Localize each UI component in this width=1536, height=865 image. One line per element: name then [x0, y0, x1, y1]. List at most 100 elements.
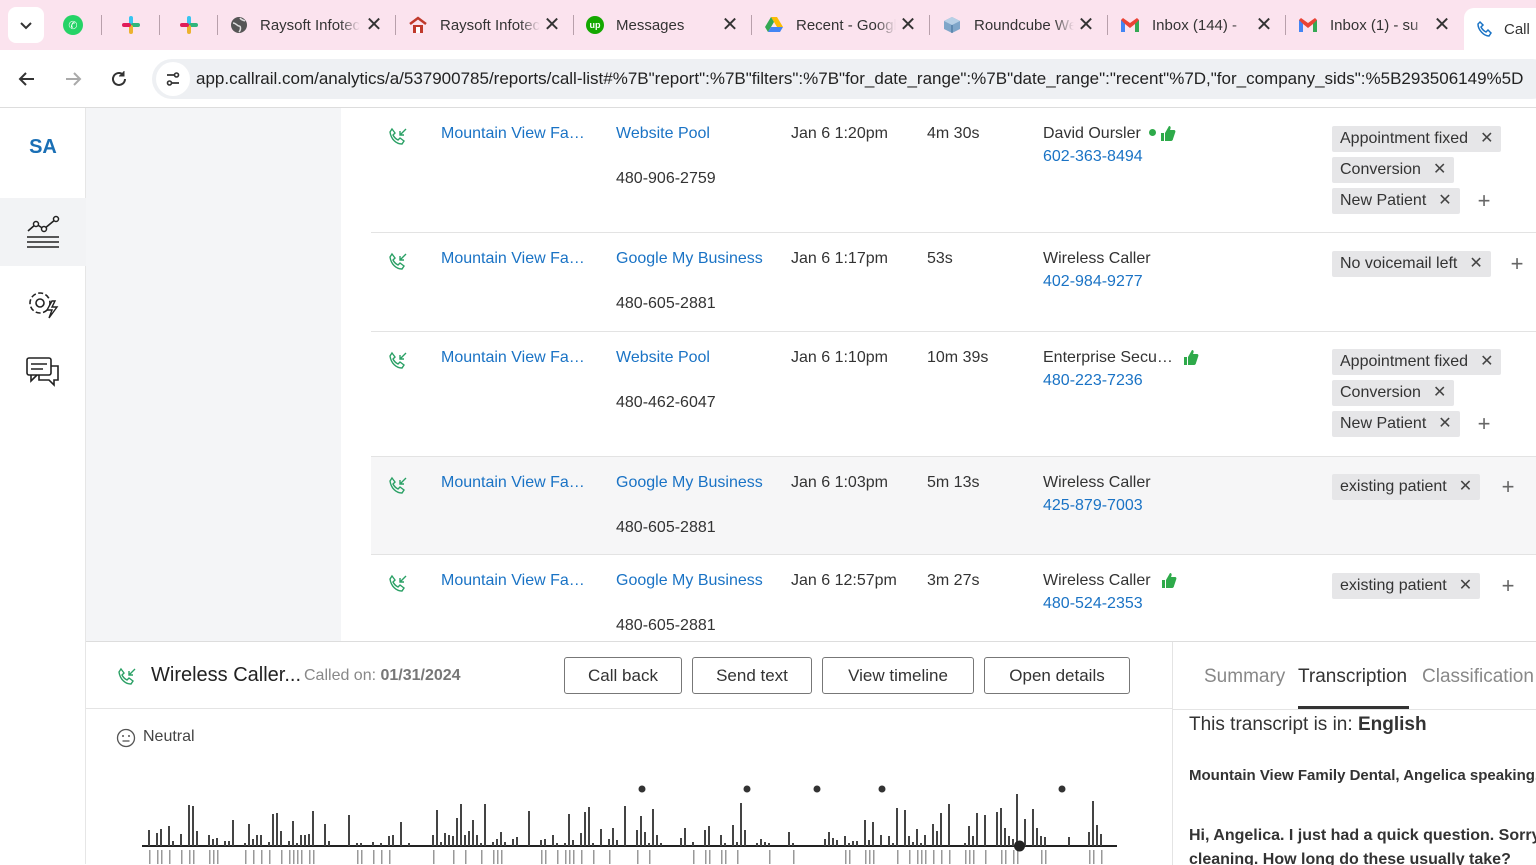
close-icon[interactable]: ✕: [1076, 15, 1096, 35]
browser-tab-gmail-2[interactable]: Inbox (1) - su ✕: [1286, 0, 1464, 50]
source-link[interactable]: Google My Business: [616, 250, 763, 268]
open-details-button[interactable]: Open details: [984, 657, 1130, 694]
waveform-bar: [1044, 837, 1046, 846]
sidebar-item-settings[interactable]: [0, 270, 86, 338]
waveform-lower-bar: [209, 850, 211, 864]
back-button[interactable]: [4, 59, 50, 99]
waveform-bar: [496, 839, 498, 846]
chat-icon: [26, 357, 59, 387]
thumbs-up-icon[interactable]: [1183, 349, 1199, 366]
caller-phone-link[interactable]: 402-984-9277: [1043, 273, 1143, 291]
remove-tag-icon[interactable]: ✕: [1469, 251, 1482, 277]
call-row[interactable]: Mountain View Fa… Website Pool 480-906-2…: [371, 108, 1536, 233]
waveform-lower-bar: [569, 850, 571, 864]
close-icon[interactable]: ✕: [542, 15, 562, 35]
source-link[interactable]: Google My Business: [616, 572, 763, 590]
source-link[interactable]: Google My Business: [616, 474, 763, 492]
forward-button[interactable]: [50, 59, 96, 99]
waveform-lower-bar: [973, 850, 975, 864]
browser-tab-strip: ✆ Raysoft Infotech ✕ Raysoft Infotech ✕ …: [0, 0, 1536, 50]
close-icon[interactable]: ✕: [1432, 15, 1452, 35]
waveform-bar: [844, 836, 846, 846]
close-icon[interactable]: ✕: [1254, 15, 1274, 35]
remove-tag-icon[interactable]: ✕: [1459, 474, 1472, 500]
browser-tab-whatsapp[interactable]: ✆: [44, 0, 102, 50]
call-row[interactable]: Mountain View Fa… Google My Business 480…: [371, 457, 1536, 555]
sidebar-item-messages[interactable]: [0, 338, 86, 406]
address-bar[interactable]: app.callrail.com/analytics/a/537900785/r…: [152, 59, 1536, 99]
remove-tag-icon[interactable]: ✕: [1438, 411, 1451, 437]
caller-phone-link[interactable]: 480-524-2353: [1043, 595, 1143, 613]
call-row[interactable]: Mountain View Fa… Google My Business 480…: [371, 555, 1536, 641]
tab-summary[interactable]: Summary: [1204, 666, 1285, 688]
account-logo[interactable]: SA: [0, 136, 86, 159]
site-info-button[interactable]: [156, 62, 190, 96]
remove-tag-icon[interactable]: ✕: [1480, 349, 1493, 375]
waveform-bar: [272, 814, 274, 846]
source-link[interactable]: Website Pool: [616, 125, 710, 143]
company-link[interactable]: Mountain View Fa…: [441, 125, 585, 143]
thumbs-up-icon[interactable]: [1161, 572, 1177, 589]
browser-tab-raysoft-2[interactable]: Raysoft Infotech ✕: [396, 0, 574, 50]
tab-transcription[interactable]: Transcription: [1298, 666, 1407, 688]
browser-tab-roundcube[interactable]: Roundcube Webmail ✕: [930, 0, 1108, 50]
browser-tab-slack-1[interactable]: [102, 0, 160, 50]
browser-tab-messages[interactable]: up Messages ✕: [574, 0, 752, 50]
playhead-handle: [1014, 840, 1025, 852]
waveform-bar: [856, 841, 858, 846]
sidebar-item-analytics[interactable]: [0, 198, 86, 266]
waveform-bar: [256, 835, 258, 846]
send-text-button[interactable]: Send text: [692, 657, 812, 694]
browser-tab-google-drive[interactable]: Recent - Google Drive ✕: [752, 0, 930, 50]
tab-title: Inbox (144) -: [1152, 16, 1238, 34]
browser-tab-callrail[interactable]: Call: [1464, 8, 1536, 50]
arrow-right-icon: [66, 71, 82, 86]
caller-phone-link[interactable]: 480-223-7236: [1043, 372, 1143, 390]
thumbs-up-icon[interactable]: [1160, 125, 1176, 142]
caller-phone-link[interactable]: 425-879-7003: [1043, 497, 1143, 515]
add-tag-icon[interactable]: +: [1474, 411, 1494, 437]
waveform-bar: [1088, 832, 1090, 846]
waveform-bar: [492, 842, 494, 846]
close-icon[interactable]: ✕: [364, 15, 384, 35]
close-icon[interactable]: ✕: [898, 15, 918, 35]
remove-tag-icon[interactable]: ✕: [1433, 157, 1446, 183]
waveform-bar: [1008, 836, 1010, 846]
view-timeline-button[interactable]: View timeline: [822, 657, 974, 694]
call-row[interactable]: Mountain View Fa… Website Pool 480-462-6…: [371, 332, 1536, 457]
browser-tab-gmail-1[interactable]: Inbox (144) - ✕: [1108, 0, 1286, 50]
reload-button[interactable]: [96, 59, 142, 99]
call-row[interactable]: Mountain View Fa… Google My Business 480…: [371, 233, 1536, 332]
company-link[interactable]: Mountain View Fa…: [441, 474, 585, 492]
waveform-bar: [948, 804, 950, 846]
tab-classification[interactable]: Classification: [1422, 666, 1534, 688]
waveform-bar: [288, 841, 290, 846]
waveform-bar: [348, 815, 350, 846]
call-back-button[interactable]: Call back: [564, 657, 682, 694]
company-link[interactable]: Mountain View Fa…: [441, 572, 585, 590]
source-link[interactable]: Website Pool: [616, 349, 710, 367]
company-link[interactable]: Mountain View Fa…: [441, 349, 585, 367]
browser-tab-slack-2[interactable]: [160, 0, 218, 50]
add-tag-icon[interactable]: +: [1507, 251, 1527, 277]
waveform-lower-bar: [465, 850, 467, 864]
waveform-lower-bar: [1013, 850, 1015, 864]
remove-tag-icon[interactable]: ✕: [1438, 188, 1451, 214]
tab-search-button[interactable]: [8, 7, 44, 43]
caller-phone-link[interactable]: 602-363-8494: [1043, 148, 1143, 166]
remove-tag-icon[interactable]: ✕: [1459, 573, 1472, 599]
waveform-bar: [648, 843, 650, 846]
remove-tag-icon[interactable]: ✕: [1433, 380, 1446, 406]
add-tag-icon[interactable]: +: [1498, 474, 1518, 500]
browser-tab-raysoft-1[interactable]: Raysoft Infotech ✕: [218, 0, 396, 50]
add-tag-icon[interactable]: +: [1498, 573, 1518, 599]
close-icon[interactable]: ✕: [720, 15, 740, 35]
neutral-face-icon: [116, 728, 136, 748]
audio-waveform[interactable]: [142, 782, 1117, 865]
waveform-lower-bar: [497, 850, 499, 864]
remove-tag-icon[interactable]: ✕: [1480, 126, 1493, 152]
company-link[interactable]: Mountain View Fa…: [441, 250, 585, 268]
url-text[interactable]: app.callrail.com/analytics/a/537900785/r…: [196, 69, 1523, 89]
add-tag-icon[interactable]: +: [1474, 188, 1494, 214]
call-duration: 3m 27s: [927, 572, 980, 589]
